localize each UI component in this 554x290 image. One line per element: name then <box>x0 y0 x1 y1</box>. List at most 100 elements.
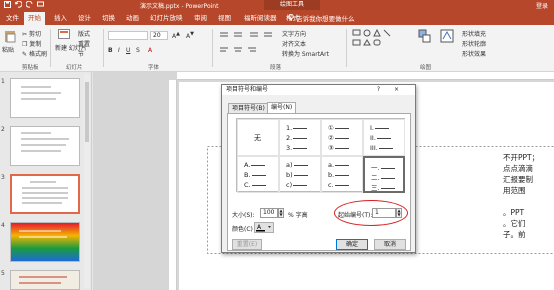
list-marker-text: A. <box>244 161 251 169</box>
start-presentation-icon[interactable] <box>37 1 44 8</box>
ribbon-home: 粘贴 ✂ 剪切 ❐ 复制 ✎ 格式刷 剪贴板 新建 幻灯片 版式 重置 节 幻灯… <box>0 25 554 72</box>
list-marker: ① <box>328 124 349 132</box>
new-slide-button[interactable]: 新建 幻灯片 <box>55 43 87 52</box>
list-marker: b) <box>286 171 308 179</box>
slide-thumbnail-1[interactable] <box>10 78 80 118</box>
underline-button[interactable]: U <box>126 47 130 54</box>
shape-fill-button[interactable]: 形状填充 <box>462 29 486 38</box>
tab-transitions[interactable]: 切换 <box>98 12 119 25</box>
ok-button[interactable]: 确定 <box>336 239 368 250</box>
quick-styles-icon[interactable] <box>440 29 454 47</box>
section-button[interactable]: 节 <box>78 49 84 58</box>
tab-insert[interactable]: 插入 <box>50 12 71 25</box>
tab-foxit[interactable]: 福昕阅读器 <box>240 12 281 25</box>
cancel-button[interactable]: 取消 <box>374 239 406 250</box>
tell-me-search[interactable]: 告诉我你想要做什么 <box>288 13 355 23</box>
horizontal-ruler <box>177 72 554 80</box>
paste-icon[interactable] <box>4 29 16 43</box>
font-color-button[interactable]: A <box>148 47 152 54</box>
tab-animations[interactable]: 动画 <box>122 12 143 25</box>
align-text-button[interactable]: 对齐文本 <box>282 39 306 48</box>
list-buttons-icon[interactable] <box>218 31 278 39</box>
ribbon-separator <box>50 29 51 67</box>
numbering-option-lower-alpha-paren[interactable]: a) b) c) <box>279 156 321 193</box>
tab-view[interactable]: 视图 <box>214 12 235 25</box>
tab-review[interactable]: 审阅 <box>190 12 211 25</box>
numbering-option-circled[interactable]: ① ② ③ <box>321 119 363 156</box>
slide-thumbnail-4[interactable] <box>10 222 80 262</box>
slide-5-preview <box>19 276 67 284</box>
redo-icon[interactable] <box>25 0 33 8</box>
tab-design[interactable]: 设计 <box>74 12 95 25</box>
scrollbar-thumb[interactable] <box>85 82 89 142</box>
grow-font-button[interactable]: A▲ <box>172 31 180 40</box>
cut-button[interactable]: ✂ 剪切 <box>22 29 41 38</box>
login-link[interactable]: 登录 <box>536 1 548 10</box>
document-title: 演示文稿.pptx - PowerPoint <box>140 3 219 10</box>
slide-number: 1 <box>1 78 5 85</box>
numbering-option-chinese[interactable]: 一. 二. 三. <box>363 156 405 193</box>
list-marker-text: b) <box>286 171 293 179</box>
list-marker-text: 二. <box>371 174 380 182</box>
slide-thumbnail-3[interactable] <box>10 174 80 214</box>
list-marker-text: I. <box>370 124 374 132</box>
shape-effects-button[interactable]: 形状效果 <box>462 49 486 58</box>
slide-2-preview <box>21 132 69 152</box>
list-marker: II. <box>370 134 391 142</box>
numbering-option-arabic[interactable]: 1. 2. 3. <box>279 119 321 156</box>
reset-button[interactable]: 重置 <box>78 39 90 48</box>
tab-bullets[interactable]: 项目符号(B) <box>228 103 269 113</box>
size-label: 大小(S): <box>232 212 255 219</box>
shrink-font-button[interactable]: A▼ <box>186 31 194 40</box>
numbering-option-lower-alpha[interactable]: a. b. c. <box>321 156 363 193</box>
smartart-button[interactable]: 转换为 SmartArt <box>282 49 329 58</box>
list-marker: III. <box>370 144 393 152</box>
slide-thumbnail-2[interactable] <box>10 126 80 166</box>
align-buttons-icon[interactable] <box>218 47 278 55</box>
cut-label: 剪切 <box>28 31 41 38</box>
ribbon-tabs: 文件 开始 插入 设计 切换 动画 幻灯片放映 审阅 视图 福昕阅读器 格式 告… <box>0 10 554 25</box>
numbering-option-roman[interactable]: I. II. III. <box>363 119 405 156</box>
bold-button[interactable]: B <box>108 47 113 54</box>
size-input[interactable]: 100 <box>260 208 278 218</box>
tab-slideshow[interactable]: 幻灯片放映 <box>146 12 187 25</box>
font-name-box[interactable] <box>108 31 148 40</box>
numbering-option-upper-alpha[interactable]: A. B. C. <box>237 156 279 193</box>
undo-icon[interactable] <box>14 0 23 8</box>
strikethrough-button[interactable]: S <box>136 47 140 54</box>
reset-button[interactable]: 重置(E) <box>232 239 262 250</box>
copy-icon: ❐ <box>22 41 28 48</box>
annotation-highlight-oval <box>334 200 408 226</box>
copy-button[interactable]: ❐ 复制 <box>22 39 41 48</box>
save-icon[interactable] <box>4 1 11 8</box>
slide-4-preview <box>19 230 67 238</box>
slide-thumbnail-5[interactable] <box>10 270 80 290</box>
list-marker-text: c. <box>328 181 334 189</box>
drawing-group-label: 绘图 <box>420 65 432 71</box>
list-marker-text: a) <box>286 161 293 169</box>
shapes-gallery-icon[interactable] <box>352 29 412 57</box>
paste-button[interactable]: 粘贴 <box>2 45 14 54</box>
layout-button[interactable]: 版式 <box>78 29 90 38</box>
shape-outline-button[interactable]: 形状轮廓 <box>462 39 486 48</box>
tell-me-text: 告诉我你想要做什么 <box>296 15 355 23</box>
new-slide-icon[interactable] <box>58 29 70 39</box>
close-button[interactable]: × <box>392 86 401 94</box>
text-direction-button[interactable]: 文字方向 <box>282 29 306 38</box>
list-marker-text: ② <box>328 134 334 142</box>
numbering-option-none[interactable]: 无 <box>237 119 279 156</box>
help-button[interactable]: ? <box>374 86 383 94</box>
size-spinner[interactable]: ▲ ▼ <box>278 208 284 218</box>
vertical-ruler <box>169 80 177 290</box>
tab-file[interactable]: 文件 <box>2 12 23 25</box>
list-marker-text: 3. <box>286 144 293 152</box>
color-picker-button[interactable]: A <box>254 222 274 233</box>
format-painter-button[interactable]: ✎ 格式刷 <box>22 49 47 58</box>
list-marker: 2. <box>286 134 308 142</box>
list-marker: c. <box>328 181 349 189</box>
arrange-icon[interactable] <box>418 29 432 47</box>
font-size-box[interactable]: 20 <box>150 31 168 40</box>
tab-home[interactable]: 开始 <box>24 12 45 25</box>
italic-button[interactable]: I <box>118 47 120 54</box>
thumbnail-scrollbar[interactable] <box>84 74 90 288</box>
